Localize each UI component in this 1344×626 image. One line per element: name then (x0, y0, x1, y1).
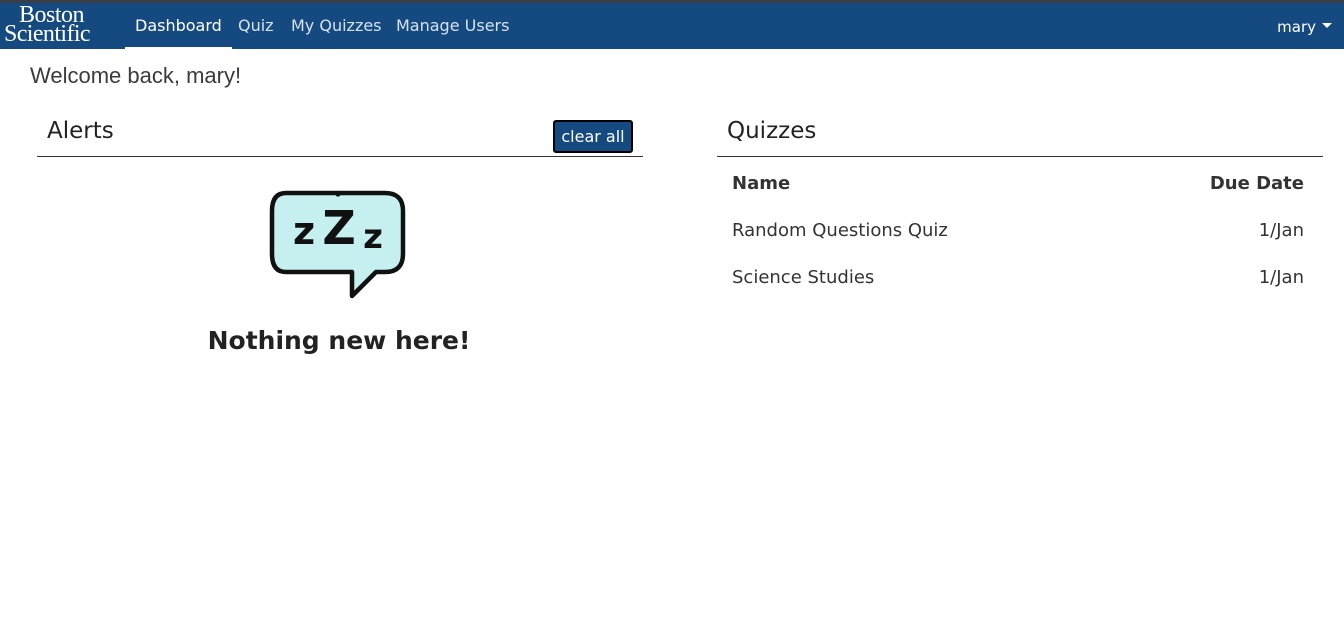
column-header-name: Name (732, 173, 791, 194)
zzz-letter-2: Z (322, 201, 355, 255)
top-navbar: Boston Scientific Dashboard Quiz My Quiz… (0, 3, 1344, 51)
quizzes-title: Quizzes (727, 118, 817, 144)
zzz-letter-3: z (363, 217, 383, 257)
quiz-row[interactable]: Random Questions Quiz 1/Jan (732, 216, 1304, 246)
nav-my-quizzes[interactable]: My Quizzes (291, 3, 382, 49)
alerts-empty-message: Nothing new here! (207, 326, 471, 355)
clear-all-button[interactable]: clear all (553, 120, 633, 153)
quiz-name: Random Questions Quiz (732, 220, 948, 241)
user-menu-dropdown[interactable]: mary (1277, 3, 1332, 49)
alerts-divider (37, 156, 643, 157)
column-header-due-date: Due Date (1209, 173, 1304, 194)
zzz-letter-1: z (293, 209, 315, 253)
nav-manage-users[interactable]: Manage Users (396, 3, 509, 49)
quiz-row[interactable]: Science Studies 1/Jan (732, 263, 1304, 293)
quiz-due-date: 1/Jan (1258, 267, 1304, 288)
alerts-title: Alerts (47, 118, 114, 144)
quiz-due-date: 1/Jan (1258, 220, 1304, 241)
boston-scientific-logo[interactable]: Boston Scientific (4, 3, 122, 48)
sleep-zzz-icon: z Z z (269, 190, 406, 299)
caret-down-icon (1322, 23, 1332, 28)
nav-dashboard[interactable]: Dashboard (125, 3, 232, 51)
welcome-message: Welcome back, mary! (30, 63, 242, 88)
quizzes-divider (717, 156, 1323, 157)
nav-quiz[interactable]: Quiz (238, 3, 274, 49)
user-name: mary (1277, 18, 1316, 36)
logo-line-2: Scientific (4, 21, 91, 47)
quiz-name: Science Studies (732, 267, 875, 288)
quizzes-table-header: Name Due Date (732, 169, 1304, 199)
